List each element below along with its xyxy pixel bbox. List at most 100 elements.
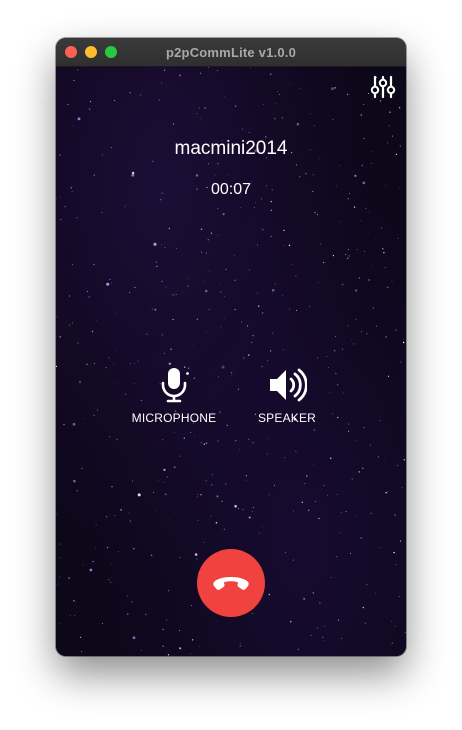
star: [224, 295, 225, 297]
star: [114, 515, 116, 516]
star: [391, 620, 393, 622]
star: [234, 279, 236, 282]
star: [313, 125, 315, 127]
star: [393, 551, 395, 554]
star: [72, 422, 76, 426]
star: [385, 492, 387, 494]
star: [200, 494, 202, 496]
star: [388, 125, 390, 127]
star: [268, 494, 270, 496]
star: [84, 418, 86, 420]
star: [395, 564, 397, 566]
star: [363, 427, 365, 429]
star: [278, 94, 280, 96]
star: [281, 117, 284, 119]
star: [130, 362, 131, 364]
speaker-button[interactable]: SPEAKER: [232, 367, 342, 427]
star: [210, 515, 212, 517]
star: [202, 280, 204, 282]
star: [314, 500, 316, 502]
star: [173, 431, 175, 433]
speaker-icon: [270, 368, 307, 402]
star: [255, 202, 256, 203]
star: [56, 365, 58, 368]
star: [263, 104, 265, 105]
star: [146, 333, 148, 335]
hangup-button[interactable]: [197, 549, 265, 617]
star: [131, 173, 135, 177]
star: [323, 485, 325, 487]
star: [77, 69, 79, 71]
star: [163, 468, 166, 471]
star: [172, 123, 175, 125]
star: [391, 280, 393, 282]
star: [168, 590, 170, 592]
star: [205, 480, 207, 482]
star: [161, 280, 163, 282]
star: [165, 493, 167, 495]
star: [270, 235, 272, 237]
star: [345, 510, 347, 513]
star: [374, 238, 376, 239]
star: [200, 228, 203, 230]
star: [211, 484, 213, 486]
star: [399, 540, 402, 542]
star: [166, 476, 168, 478]
star: [69, 614, 71, 616]
star: [379, 546, 381, 549]
star: [351, 478, 353, 480]
star: [134, 287, 136, 289]
star: [73, 479, 76, 483]
star: [242, 509, 244, 511]
star: [246, 325, 249, 327]
star: [356, 249, 358, 251]
star: [330, 576, 332, 578]
star: [203, 541, 205, 543]
star: [140, 94, 142, 96]
call-screen: macmini2014 00:07 MICROPHONE SPEAKER: [56, 67, 406, 656]
star: [289, 82, 291, 84]
star: [369, 444, 372, 446]
star: [312, 592, 314, 594]
star: [108, 579, 110, 581]
star: [364, 622, 366, 624]
star: [404, 631, 406, 633]
star: [154, 308, 157, 311]
star: [111, 576, 113, 578]
star: [313, 429, 315, 431]
star: [309, 248, 310, 250]
microphone-icon: [161, 368, 187, 403]
star: [129, 92, 131, 94]
star: [197, 519, 199, 521]
star: [109, 436, 111, 438]
star: [384, 266, 386, 269]
star: [165, 619, 167, 621]
star: [110, 581, 112, 583]
settings-button[interactable]: [369, 75, 397, 99]
star: [329, 457, 332, 460]
star: [92, 560, 94, 563]
star: [239, 449, 240, 450]
star: [339, 532, 341, 534]
star: [345, 253, 347, 256]
star: [262, 312, 264, 314]
star: [82, 564, 84, 566]
star: [179, 73, 181, 75]
star: [283, 229, 285, 232]
star: [339, 164, 340, 166]
star: [336, 494, 338, 496]
star: [114, 382, 116, 384]
star: [175, 294, 177, 296]
microphone-button[interactable]: MICROPHONE: [119, 367, 229, 427]
call-timer: 00:07: [210, 181, 252, 198]
star: [289, 308, 291, 310]
star: [110, 563, 112, 565]
title-bar[interactable]: p2pCommLite v1.0.0: [56, 38, 406, 67]
star: [63, 424, 65, 426]
star: [68, 577, 70, 579]
star: [69, 324, 71, 326]
star: [362, 467, 364, 469]
star: [196, 558, 198, 560]
star: [347, 248, 349, 251]
star: [312, 174, 314, 176]
